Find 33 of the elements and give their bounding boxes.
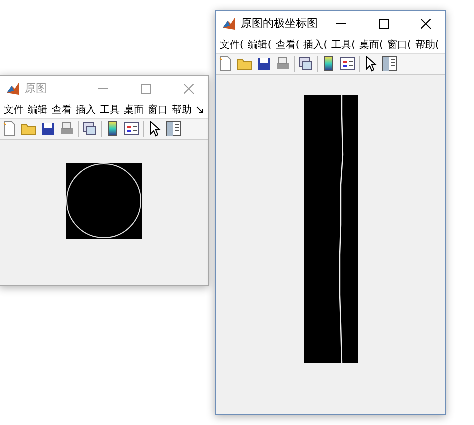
maximize-icon[interactable] bbox=[378, 18, 389, 28]
menu-item[interactable]: 编辑 bbox=[28, 102, 48, 116]
save-icon bbox=[40, 121, 56, 137]
print-icon bbox=[275, 56, 291, 72]
window-title: 原图 bbox=[25, 81, 48, 96]
menu-item[interactable]: 工具 bbox=[100, 102, 120, 116]
overflow-arrow-icon[interactable] bbox=[196, 106, 204, 114]
legend-icon bbox=[340, 56, 356, 72]
menu-item[interactable]: 查看( bbox=[276, 38, 300, 52]
property-editor-icon bbox=[166, 121, 182, 137]
app-logo-icon bbox=[6, 82, 20, 96]
menu-item[interactable]: 帮助 bbox=[172, 102, 192, 116]
menu-item[interactable]: 工具( bbox=[332, 38, 356, 52]
app-logo-icon bbox=[222, 16, 236, 30]
menu-item[interactable]: 文件( bbox=[220, 38, 244, 52]
menu-item[interactable]: 桌面 bbox=[124, 102, 144, 116]
menu-item[interactable]: 桌面( bbox=[360, 38, 384, 52]
window-title: 原图的极坐标图 bbox=[240, 16, 318, 31]
menu-item[interactable]: 帮助( bbox=[415, 38, 440, 52]
legend-icon bbox=[124, 121, 140, 137]
linked-plot-icon bbox=[298, 56, 314, 72]
close-icon[interactable] bbox=[421, 18, 432, 28]
property-editor-icon bbox=[382, 56, 398, 72]
menu-item[interactable]: 编辑( bbox=[248, 38, 272, 52]
save-icon bbox=[256, 56, 272, 72]
menu-item[interactable]: 插入( bbox=[304, 38, 328, 52]
menu-item[interactable]: 插入 bbox=[76, 102, 96, 116]
menu-item[interactable]: 窗口( bbox=[387, 38, 412, 52]
menu-item[interactable]: 文件 bbox=[4, 102, 24, 116]
menu-item[interactable]: 窗口 bbox=[148, 102, 168, 116]
linked-plot-icon bbox=[82, 121, 98, 137]
menu-item[interactable]: 查看 bbox=[52, 102, 72, 116]
print-icon bbox=[59, 121, 75, 137]
